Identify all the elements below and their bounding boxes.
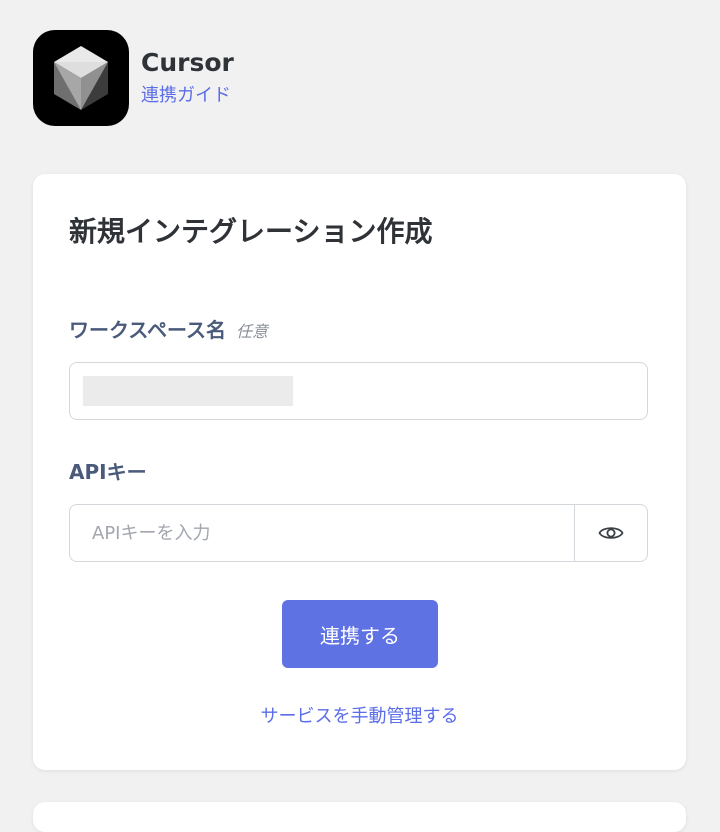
connect-button[interactable]: 連携する [282, 600, 438, 668]
workspace-name-input[interactable] [69, 362, 648, 420]
workspace-name-label: ワークスペース名 任意 [69, 316, 268, 346]
optional-tag: 任意 [236, 322, 269, 341]
api-key-input[interactable] [70, 505, 576, 561]
api-key-field [69, 504, 648, 562]
workspace-name-value-redacted [83, 376, 293, 406]
page-title: 新規インテグレーション作成 [69, 215, 433, 248]
cursor-logo-icon [33, 30, 129, 126]
eye-icon [598, 527, 624, 539]
new-integration-card: 新規インテグレーション作成 ワークスペース名 任意 APIキー 連携する サービス… [33, 174, 686, 770]
show-api-key-button[interactable] [574, 505, 647, 561]
next-card [33, 802, 686, 832]
workspace-name-label-text: ワークスペース名 [69, 318, 226, 342]
manage-service-manually-link[interactable]: サービスを手動管理する [33, 704, 686, 730]
integration-guide-link[interactable]: 連携ガイド [141, 84, 231, 108]
app-name: Cursor [141, 48, 234, 77]
api-key-label: APIキー [69, 460, 147, 484]
